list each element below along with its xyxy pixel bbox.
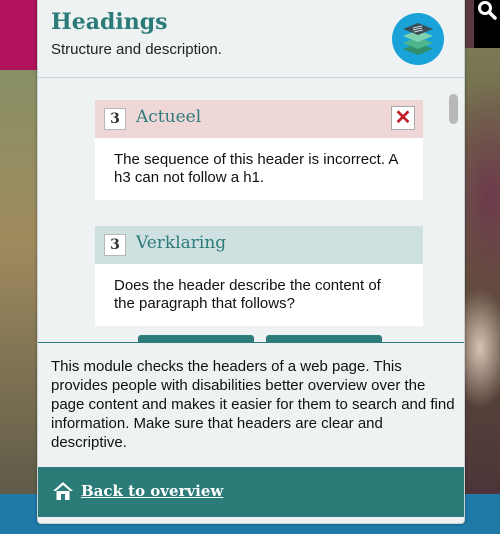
- module-description: This module checks the headers of a web …: [51, 358, 455, 451]
- result-card-header: 3 Verklaring: [95, 226, 423, 264]
- results-scroll-area[interactable]: 3 Actueel ✕ The sequence of this header …: [38, 78, 464, 343]
- heading-text: Verklaring: [136, 233, 227, 253]
- panel-footer: Back to overview: [38, 467, 464, 517]
- panel-header: Headings Structure and description.: [38, 0, 464, 78]
- result-card-error: 3 Actueel ✕ The sequence of this header …: [95, 100, 423, 200]
- back-to-overview-link[interactable]: Back to overview: [81, 482, 223, 500]
- module-subtitle: Structure and description.: [51, 41, 222, 58]
- close-x-icon[interactable]: ✕: [391, 106, 415, 130]
- answer-yes-button[interactable]: [138, 335, 254, 342]
- search-icon[interactable]: [476, 0, 498, 22]
- headings-module-panel: Headings Structure and description. 3 Ac…: [37, 0, 465, 524]
- result-message: The sequence of this header is incorrect…: [114, 151, 398, 186]
- result-message: Does the header describe the content of …: [114, 277, 381, 312]
- answer-no-button[interactable]: [266, 335, 382, 342]
- background-photo-left: [0, 70, 40, 500]
- result-card-header: 3 Actueel ✕: [95, 100, 423, 138]
- scrollbar-thumb[interactable]: [449, 94, 458, 124]
- result-card-question: 3 Verklaring Does the header describe th…: [95, 226, 423, 326]
- home-icon[interactable]: [52, 480, 74, 507]
- heading-text: Actueel: [136, 107, 202, 127]
- stacked-layers-icon: [392, 13, 444, 65]
- module-title: Headings: [51, 9, 168, 35]
- heading-level-badge: 3: [104, 234, 126, 256]
- heading-level-badge: 3: [104, 108, 126, 130]
- background-header-bar: [0, 0, 40, 70]
- scrollbar[interactable]: [446, 84, 460, 339]
